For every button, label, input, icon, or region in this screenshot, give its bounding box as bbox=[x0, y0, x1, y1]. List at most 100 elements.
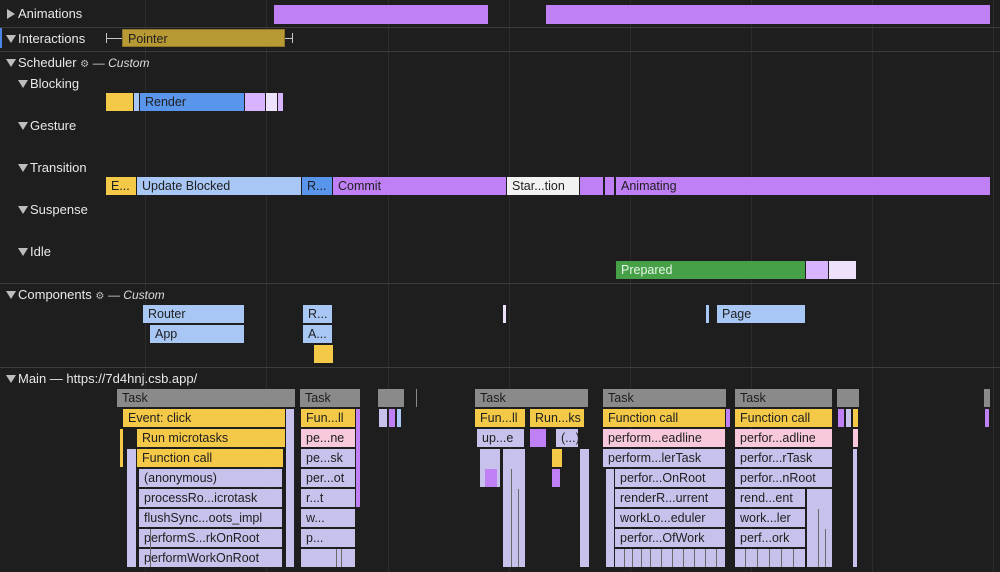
flame-perform-task-5[interactable]: perform...lerTask bbox=[603, 449, 725, 467]
flame-bar[interactable] bbox=[985, 409, 989, 427]
flame-perform-task-2[interactable]: pe...sk bbox=[301, 449, 355, 467]
track-transition-label[interactable]: Transition bbox=[30, 160, 87, 175]
flame-perform-unit-6[interactable]: perf...ork bbox=[735, 529, 805, 547]
task-bar[interactable] bbox=[378, 389, 404, 407]
collapse-triangle-icon[interactable] bbox=[18, 164, 28, 172]
flame-work-2[interactable]: w... bbox=[301, 509, 355, 527]
flame-run-microtasks[interactable]: Run microtasks bbox=[137, 429, 285, 447]
flame-bar[interactable] bbox=[389, 409, 395, 427]
component-router[interactable]: Router bbox=[143, 305, 244, 323]
flame-perform-2[interactable]: p... bbox=[301, 529, 355, 547]
flame-function-call-5[interactable]: Function call bbox=[603, 409, 725, 427]
flame-bar[interactable] bbox=[503, 449, 525, 567]
component-bar[interactable] bbox=[314, 345, 333, 363]
idle-bar[interactable] bbox=[829, 261, 856, 279]
component-bar[interactable] bbox=[503, 305, 506, 323]
flame-bar[interactable] bbox=[846, 409, 851, 427]
flame-bar[interactable] bbox=[397, 409, 401, 427]
component-bar[interactable] bbox=[706, 305, 709, 323]
component-page[interactable]: Page bbox=[717, 305, 805, 323]
blocking-bar[interactable] bbox=[134, 93, 139, 111]
flame-update-3[interactable]: up...e bbox=[477, 429, 524, 447]
flame-function-call[interactable]: Function call bbox=[137, 449, 283, 467]
track-components-label[interactable]: Components ⚙ — Custom bbox=[18, 287, 165, 302]
task-bar[interactable] bbox=[837, 389, 859, 407]
track-gesture-label[interactable]: Gesture bbox=[30, 118, 76, 133]
flame-perform-root-2[interactable]: per...ot bbox=[301, 469, 355, 487]
flame-bar[interactable] bbox=[485, 469, 497, 487]
flame-bar[interactable] bbox=[853, 409, 858, 427]
component-router-short[interactable]: R... bbox=[303, 305, 332, 323]
flame-perform-deadline-2[interactable]: pe...ne bbox=[301, 429, 355, 447]
flame-anon-4[interactable]: (...) bbox=[556, 429, 578, 447]
transition-bar-r[interactable]: R... bbox=[302, 177, 332, 195]
blocking-bar[interactable] bbox=[245, 93, 265, 111]
track-suspense-label[interactable]: Suspense bbox=[30, 202, 88, 217]
track-idle-label[interactable]: Idle bbox=[30, 244, 51, 259]
flame-bar[interactable] bbox=[530, 429, 546, 447]
flame-work-loop-6[interactable]: work...ler bbox=[735, 509, 805, 527]
transition-bar-e[interactable]: E... bbox=[106, 177, 136, 195]
flame-perform-root-6[interactable]: perfor...nRoot bbox=[735, 469, 832, 487]
track-interactions-label[interactable]: Interactions bbox=[18, 31, 85, 46]
flame-work-loop-5[interactable]: workLo...eduler bbox=[615, 509, 725, 527]
component-app-short[interactable]: A... bbox=[303, 325, 332, 343]
collapse-triangle-icon[interactable] bbox=[6, 35, 16, 43]
blocking-bar[interactable] bbox=[278, 93, 283, 111]
track-main-label[interactable]: Main — https://7d4hnj.csb.app/ bbox=[18, 371, 197, 386]
task-bar[interactable]: Task bbox=[475, 389, 588, 407]
flame-run-microtasks-4[interactable]: Run...ks bbox=[530, 409, 584, 427]
task-bar[interactable] bbox=[984, 389, 990, 407]
flame-function-call-2[interactable]: Fun...ll bbox=[301, 409, 355, 427]
collapse-triangle-icon[interactable] bbox=[18, 248, 28, 256]
flame-bar[interactable] bbox=[838, 409, 844, 427]
pointer-interaction-bar[interactable]: Pointer bbox=[122, 29, 285, 47]
flame-perform-deadline-6[interactable]: perfor...adline bbox=[735, 429, 832, 447]
flame-bar[interactable] bbox=[853, 449, 857, 567]
task-bar[interactable]: Task bbox=[735, 389, 832, 407]
animating-bar[interactable]: Animating bbox=[616, 177, 990, 195]
flame-flush-sync[interactable]: flushSync...oots_impl bbox=[139, 509, 282, 527]
collapse-triangle-icon[interactable] bbox=[18, 206, 28, 214]
component-app[interactable]: App bbox=[150, 325, 244, 343]
flame-perform-root-5[interactable]: perfor...OnRoot bbox=[615, 469, 725, 487]
blocking-bar[interactable] bbox=[266, 93, 277, 111]
task-bar[interactable]: Task bbox=[603, 389, 726, 407]
flame-bar[interactable] bbox=[853, 429, 858, 447]
commit-bar[interactable]: Commit bbox=[333, 177, 506, 195]
idle-bar[interactable] bbox=[806, 261, 828, 279]
flame-function-call-6[interactable]: Function call bbox=[735, 409, 832, 427]
transition-bar[interactable] bbox=[605, 177, 614, 195]
collapse-triangle-icon[interactable] bbox=[6, 375, 16, 383]
flame-bar[interactable] bbox=[726, 409, 730, 427]
animation-bar[interactable] bbox=[546, 5, 990, 24]
flame-bar[interactable] bbox=[552, 469, 560, 487]
track-blocking-label[interactable]: Blocking bbox=[30, 76, 79, 91]
flame-perform-work[interactable]: performWorkOnRoot bbox=[139, 549, 282, 567]
track-scheduler-label[interactable]: Scheduler ⚙ — Custom bbox=[18, 55, 149, 70]
start-transition-bar[interactable]: Star...tion bbox=[507, 177, 579, 195]
animation-bar[interactable] bbox=[274, 5, 488, 24]
collapse-triangle-icon[interactable] bbox=[6, 59, 16, 67]
collapse-triangle-icon[interactable] bbox=[6, 291, 16, 299]
prepared-bar[interactable]: Prepared bbox=[616, 261, 805, 279]
flame-perform-sync[interactable]: performS...rkOnRoot bbox=[139, 529, 282, 547]
expand-triangle-icon[interactable] bbox=[7, 9, 15, 19]
collapse-triangle-icon[interactable] bbox=[18, 80, 28, 88]
flame-anonymous[interactable]: (anonymous) bbox=[139, 469, 282, 487]
flame-bar[interactable] bbox=[552, 449, 562, 467]
task-bar[interactable]: Task bbox=[300, 389, 360, 407]
transition-bar[interactable] bbox=[580, 177, 603, 195]
flame-render-root-5[interactable]: renderR...urrent bbox=[615, 489, 725, 507]
track-animations-label[interactable]: Animations bbox=[18, 6, 82, 21]
update-blocked-bar[interactable]: Update Blocked bbox=[137, 177, 301, 195]
blocking-bar[interactable] bbox=[106, 93, 133, 111]
flame-perform-deadline-5[interactable]: perform...eadline bbox=[603, 429, 725, 447]
flame-event-click[interactable]: Event: click bbox=[123, 409, 285, 427]
flame-render-2[interactable]: r...t bbox=[301, 489, 355, 507]
flame-perform-task-6[interactable]: perfor...rTask bbox=[735, 449, 832, 467]
flame-bar[interactable] bbox=[301, 549, 355, 567]
flame-render-6[interactable]: rend...ent bbox=[735, 489, 805, 507]
flame-process-root[interactable]: processRo...icrotask bbox=[139, 489, 282, 507]
collapse-triangle-icon[interactable] bbox=[18, 122, 28, 130]
